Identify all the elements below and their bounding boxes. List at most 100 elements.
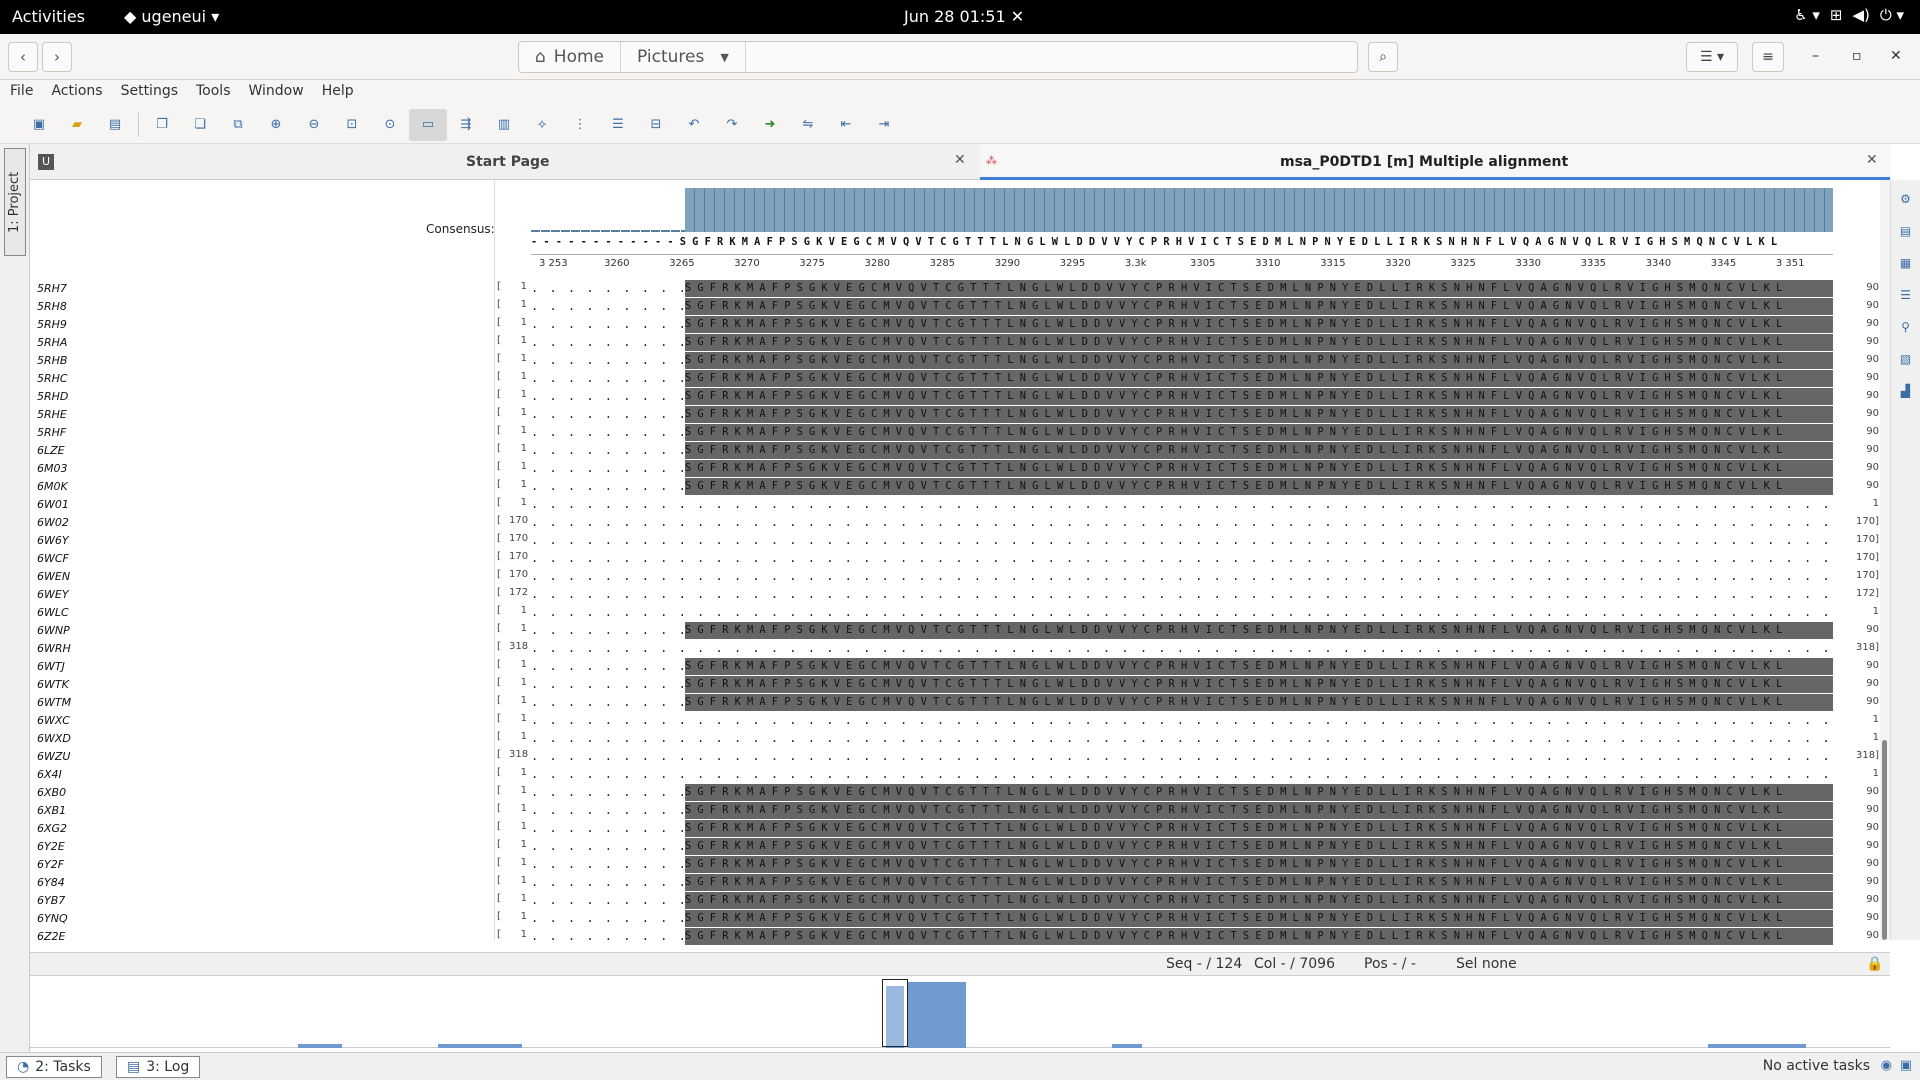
path-home[interactable]: ⌂ Home xyxy=(519,42,621,72)
sequence-name[interactable]: 6WTM xyxy=(37,694,71,712)
search-in-alignment-icon[interactable]: ☰ xyxy=(1895,284,1917,306)
show-overview-icon[interactable]: ▭ xyxy=(409,108,447,141)
alignment-row[interactable]: [170. . . . . . . . . . . . . . . . . . … xyxy=(495,550,1890,568)
sequence-name[interactable]: 6WTJ xyxy=(37,658,65,676)
sequence-name[interactable]: 6LZE xyxy=(37,442,65,460)
activities-button[interactable]: Activities xyxy=(12,7,85,26)
alignment-row[interactable]: [1. . . . . . . . . . . . . . . . . . . … xyxy=(495,712,1890,730)
alignment-row[interactable]: [1. . . . . . . . . . . . . . . . . . . … xyxy=(495,820,1890,838)
main-menu-button[interactable]: ≡ xyxy=(1752,42,1784,72)
sequence-name[interactable]: 6Y2E xyxy=(37,838,65,856)
clock[interactable]: Jun 28 01:51 ✕ xyxy=(904,7,1104,26)
open-folder-icon[interactable]: ▰ xyxy=(58,109,96,141)
sequence-name[interactable]: 5RHE xyxy=(37,406,67,424)
sequence-name[interactable]: 5RHD xyxy=(37,388,68,406)
alignment-row[interactable]: [1. . . . . . . . . . . . . . . . . . . … xyxy=(495,622,1890,640)
zoom-fit-icon[interactable]: ⊡ xyxy=(333,109,371,141)
tasks-tab[interactable]: ◔ 2: Tasks xyxy=(6,1056,102,1078)
copy-formatted-icon[interactable]: ❏ xyxy=(181,109,219,141)
go-to-icon[interactable]: ➜ xyxy=(751,109,789,141)
menu-help[interactable]: Help xyxy=(322,80,362,106)
sequence-name[interactable]: 5RHF xyxy=(37,424,66,442)
redo-icon[interactable]: ↷ xyxy=(713,109,751,141)
alignment-overview[interactable] xyxy=(30,976,1890,1048)
sequence-name[interactable]: 6WXD xyxy=(37,730,71,748)
alignment-row[interactable]: [1. . . . . . . . . . . . . . . . . . . … xyxy=(495,352,1890,370)
sequence-name[interactable]: 6X4I xyxy=(37,766,62,784)
alignment-row[interactable]: [170. . . . . . . . . . . . . . . . . . … xyxy=(495,532,1890,550)
alignment-row[interactable]: [318. . . . . . . . . . . . . . . . . . … xyxy=(495,640,1890,658)
pairwise-alignment-icon[interactable]: ▦ xyxy=(1895,252,1917,274)
close-tab-alignment-icon[interactable]: ✕ xyxy=(1866,152,1878,168)
sequence-name[interactable]: 5RHB xyxy=(37,352,67,370)
menu-file[interactable]: File xyxy=(10,80,41,106)
system-tray[interactable]: ♿ ▾ ⊞ ◀) ⏻ ▾ xyxy=(1794,6,1904,24)
menu-window[interactable]: Window xyxy=(249,80,312,106)
sequence-name[interactable]: 6WTK xyxy=(37,676,69,694)
alignment-row[interactable]: [1. . . . . . . . . . . . . . . . . . . … xyxy=(495,280,1890,298)
alignment-row[interactable]: [1. . . . . . . . . . . . . . . . . . . … xyxy=(495,838,1890,856)
forward-button[interactable]: › xyxy=(42,42,72,72)
export-consensus-icon[interactable]: ▧ xyxy=(1895,348,1917,370)
shift-right-icon[interactable]: ⇥ xyxy=(865,109,903,141)
alignment-row[interactable]: [1. . . . . . . . . . . . . . . . . . . … xyxy=(495,424,1890,442)
sequence-name[interactable]: 6WLC xyxy=(37,604,69,622)
sequence-name[interactable]: 6XB1 xyxy=(37,802,66,820)
sequence-name[interactable]: 6XG2 xyxy=(37,820,67,838)
alignment-row[interactable]: [1. . . . . . . . . . . . . . . . . . . … xyxy=(495,604,1890,622)
sequence-name[interactable]: 6WEN xyxy=(37,568,70,586)
project-dock-tab[interactable]: 1: Project xyxy=(4,148,26,256)
sequence-name[interactable]: 6Y84 xyxy=(37,874,65,892)
menu-tools[interactable]: Tools xyxy=(196,80,239,106)
statistics-icon[interactable]: ▟ xyxy=(1895,380,1917,402)
alignment-row[interactable]: [1. . . . . . . . . . . . . . . . . . . … xyxy=(495,496,1890,514)
alignment-row[interactable]: [1. . . . . . . . . . . . . . . . . . . … xyxy=(495,874,1890,892)
vertical-scrollbar[interactable] xyxy=(1880,180,1890,940)
sequence-name[interactable]: 6W6Y xyxy=(37,532,69,550)
sequence-name[interactable]: 6WCF xyxy=(37,550,69,568)
sequence-name[interactable]: 6Y2F xyxy=(37,856,64,874)
alignment-row[interactable]: [1. . . . . . . . . . . . . . . . . . . … xyxy=(495,406,1890,424)
sequence-name[interactable]: 6W02 xyxy=(37,514,69,532)
highlighting-icon[interactable]: ▤ xyxy=(1895,220,1917,242)
alignment-row[interactable]: [1. . . . . . . . . . . . . . . . . . . … xyxy=(495,784,1890,802)
general-settings-icon[interactable]: ⚙ xyxy=(1895,188,1917,210)
sequence-name[interactable]: 6W01 xyxy=(37,496,69,514)
alignment-row[interactable]: [170. . . . . . . . . . . . . . . . . . … xyxy=(495,514,1890,532)
alignment-row[interactable]: [170. . . . . . . . . . . . . . . . . . … xyxy=(495,568,1890,586)
undo-icon[interactable]: ↶ xyxy=(675,109,713,141)
task-view-icon[interactable]: ▣ xyxy=(1900,1058,1912,1073)
scrollbar-thumb[interactable] xyxy=(1882,740,1887,940)
alignment-row[interactable]: [1. . . . . . . . . . . . . . . . . . . … xyxy=(495,388,1890,406)
realign-icon[interactable]: ▥ xyxy=(485,109,523,141)
sequence-name[interactable]: 6M03 xyxy=(37,460,68,478)
alignment-row[interactable]: [1. . . . . . . . . . . . . . . . . . . … xyxy=(495,658,1890,676)
alignment-row[interactable]: [1. . . . . . . . . . . . . . . . . . . … xyxy=(495,334,1890,352)
alignment-row[interactable]: [1. . . . . . . . . . . . . . . . . . . … xyxy=(495,910,1890,928)
sequence-name[interactable]: 5RH9 xyxy=(37,316,67,334)
remove-gaps-icon[interactable]: ☰ xyxy=(599,109,637,141)
close-tab-start-page-icon[interactable]: ✕ xyxy=(954,152,966,168)
tree-settings-icon[interactable]: ⚲ xyxy=(1895,316,1917,338)
back-button[interactable]: ‹ xyxy=(8,42,38,72)
sequence-name[interactable]: 5RHA xyxy=(37,334,67,352)
sequence-name[interactable]: 6M0K xyxy=(37,478,68,496)
alignment-sequence-area[interactable]: - - - - - - - - - - - - S G F R K M A F … xyxy=(495,180,1890,945)
tree-icon[interactable]: ⟡ xyxy=(523,109,561,141)
sequence-name[interactable]: 6WNP xyxy=(37,622,70,640)
alignment-row[interactable]: [1. . . . . . . . . . . . . . . . . . . … xyxy=(495,316,1890,334)
new-document-icon[interactable]: ▣ xyxy=(20,109,58,141)
alignment-row[interactable]: [1. . . . . . . . . . . . . . . . . . . … xyxy=(495,298,1890,316)
sequence-name[interactable]: 6YB7 xyxy=(37,892,65,910)
sequence-name[interactable]: 6WZU xyxy=(37,748,70,766)
copy-icon[interactable]: ❐ xyxy=(143,109,181,141)
export-icon[interactable]: ⇋ xyxy=(789,109,827,141)
sequence-name[interactable]: 5RHC xyxy=(37,370,68,388)
log-tab[interactable]: ▤ 3: Log xyxy=(116,1056,201,1078)
search-button[interactable]: ⌕ xyxy=(1368,42,1398,72)
zoom-in-icon[interactable]: ⊕ xyxy=(257,109,295,141)
menu-actions[interactable]: Actions xyxy=(51,80,110,106)
alignment-row[interactable]: [1. . . . . . . . . . . . . . . . . . . … xyxy=(495,460,1890,478)
alignment-row[interactable]: [1. . . . . . . . . . . . . . . . . . . … xyxy=(495,370,1890,388)
minimize-button[interactable]: – xyxy=(1812,48,1819,64)
